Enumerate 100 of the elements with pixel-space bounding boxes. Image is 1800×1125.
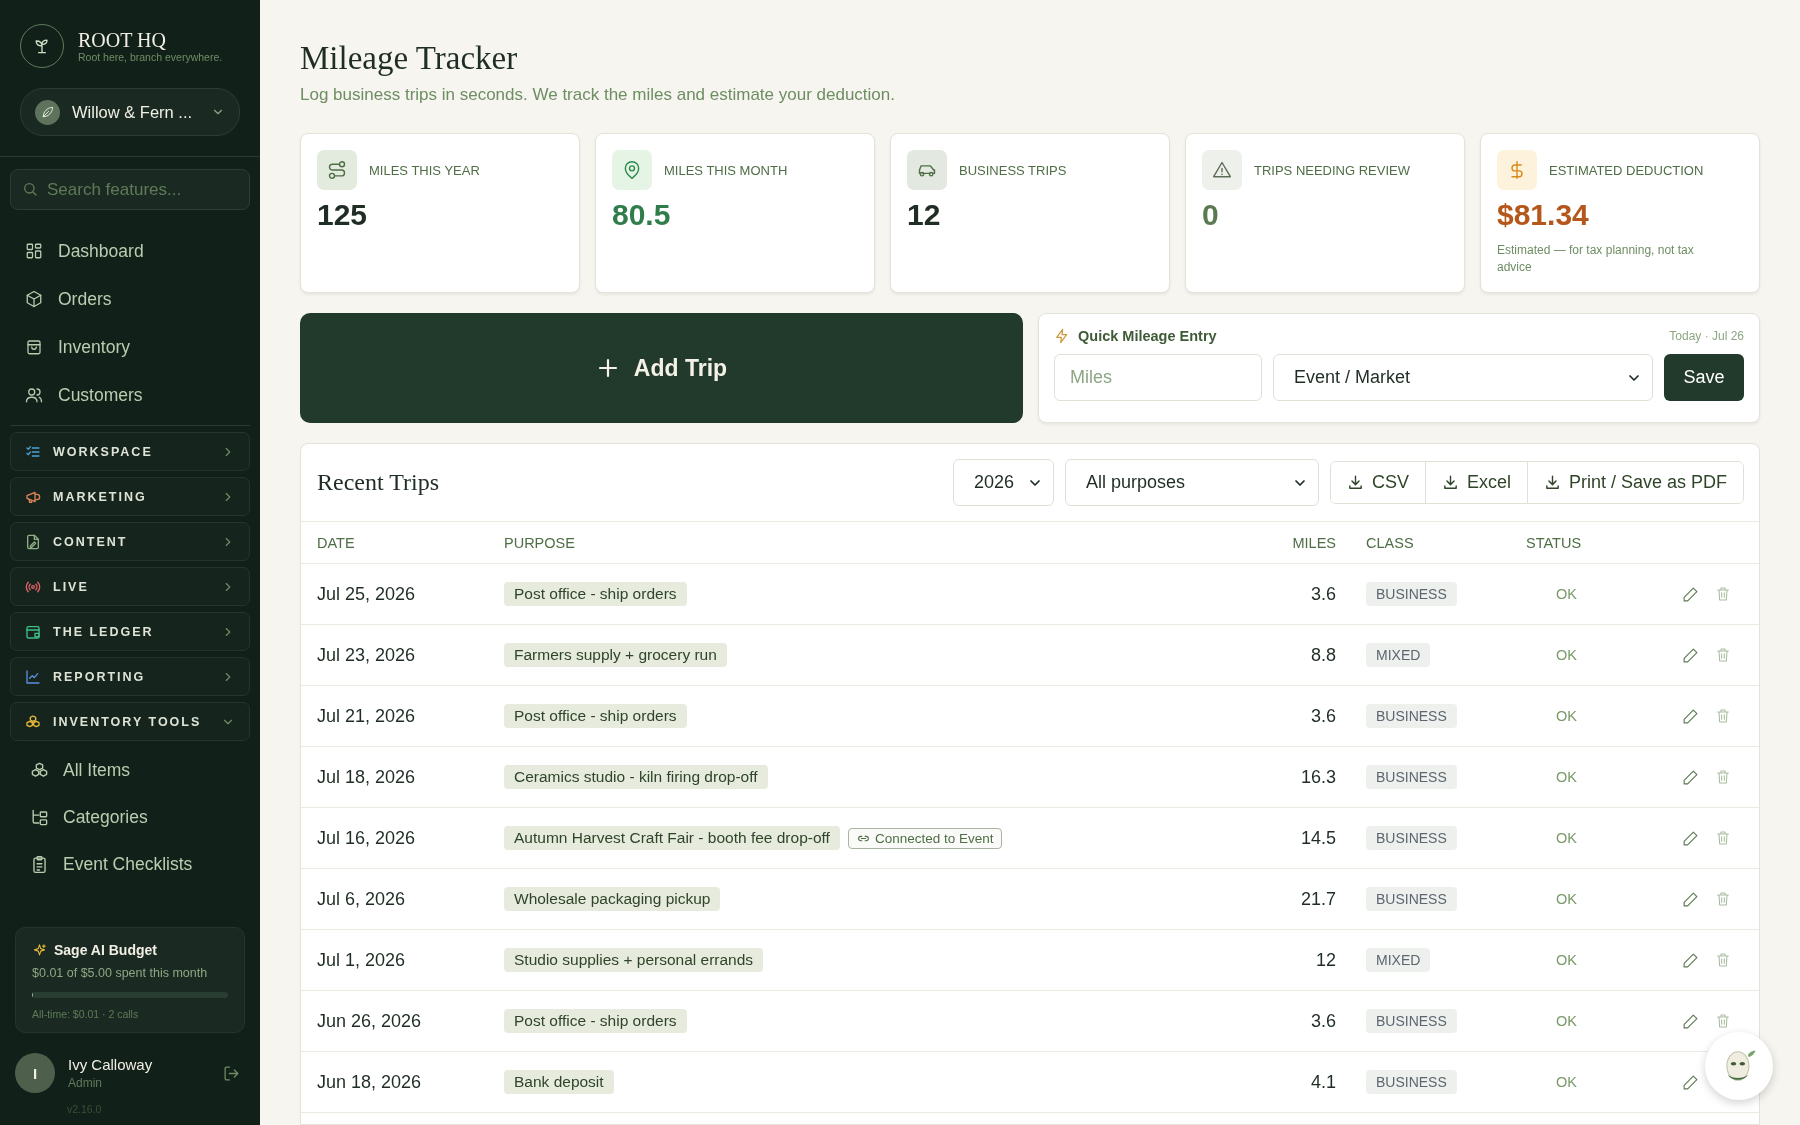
date-cell-text: Jul 23, 2026 [317, 644, 417, 666]
class-tag: BUSINESS [1366, 582, 1457, 606]
save-button[interactable]: Save [1664, 354, 1744, 401]
trash-icon [1715, 951, 1731, 968]
edit-button[interactable] [1682, 829, 1699, 847]
delete-button[interactable] [1715, 951, 1731, 969]
budget-title: Sage AI Budget [54, 942, 157, 958]
clipboard-icon [30, 855, 49, 874]
trash-icon [1715, 707, 1731, 724]
nav-item[interactable]: Customers [0, 371, 260, 419]
purpose-tag: Farmers supply + grocery run [504, 643, 727, 667]
class-tag: BUSINESS [1366, 826, 1457, 850]
delete-button[interactable] [1715, 1012, 1731, 1030]
page-title: Mileage Tracker [300, 40, 519, 77]
miles-cell-text: 12 [1314, 949, 1336, 971]
export-button[interactable]: Print / Save as PDF [1526, 462, 1743, 503]
nav-item[interactable]: Event Checklists [0, 841, 260, 888]
search-field[interactable]: Search features... [10, 169, 250, 210]
edit-button[interactable] [1682, 585, 1699, 603]
column-header: MILES [1291, 534, 1336, 551]
warning-icon [1212, 160, 1232, 180]
pencil-icon [1682, 707, 1699, 725]
edit-button[interactable] [1682, 707, 1699, 725]
stat-note: Estimated — for tax planning, not tax advice [1497, 242, 1695, 276]
edit-button[interactable] [1682, 951, 1699, 969]
pencil-icon [1682, 1012, 1699, 1030]
delete-button[interactable] [1715, 890, 1731, 908]
section-header[interactable]: INVENTORY TOOLS [10, 702, 250, 741]
download-icon [1441, 474, 1459, 491]
stat-value: 125 [317, 198, 369, 232]
section-header[interactable]: REPORTING [10, 657, 250, 696]
status-text: OK [1555, 769, 1578, 785]
sparkle-icon [32, 942, 47, 958]
checklist-icon [25, 443, 41, 460]
stat-label: TRIPS NEEDING REVIEW [1254, 162, 1411, 178]
date-cell-text: Jul 25, 2026 [317, 583, 417, 605]
status-text: OK [1555, 1074, 1578, 1090]
purpose-tag: Wholesale packaging pickup [504, 887, 721, 911]
trash-icon [1715, 890, 1731, 907]
purpose-tag: Bank deposit [504, 1070, 614, 1094]
location-pin-icon [622, 160, 642, 180]
class-tag: MIXED [1366, 948, 1431, 972]
logout-button[interactable] [223, 1064, 240, 1082]
boxes-icon [30, 761, 49, 780]
trash-icon [1715, 1012, 1731, 1029]
delete-button[interactable] [1715, 646, 1731, 664]
edit-button[interactable] [1682, 1012, 1699, 1030]
delete-button[interactable] [1715, 768, 1731, 786]
line-chart-icon [25, 668, 41, 685]
column-header: DATE [317, 534, 356, 551]
stat-label: MILES THIS YEAR [369, 162, 480, 178]
stat-value: 0 [1202, 198, 1220, 232]
class-tag: BUSINESS [1366, 704, 1457, 728]
trash-icon [1715, 768, 1731, 785]
year-select[interactable]: 2026 [952, 459, 1054, 506]
date-cell-text: Jul 18, 2026 [317, 766, 417, 788]
status-text: OK [1555, 586, 1578, 602]
date-cell-text: Jun 18, 2026 [317, 1071, 423, 1093]
boxes-icon [25, 713, 41, 730]
edit-button[interactable] [1682, 646, 1699, 664]
section-title: Recent Trips [317, 469, 440, 496]
nav-item[interactable]: Categories [0, 794, 260, 841]
miles-input[interactable]: Miles [1054, 354, 1262, 401]
purpose-tag: Ceramics studio - kiln firing drop-off [504, 765, 768, 789]
edit-button[interactable] [1682, 1073, 1699, 1091]
miles-cell-text: 3.6 [1309, 1010, 1336, 1032]
pencil-icon [1682, 890, 1699, 908]
section-header[interactable]: MARKETING [10, 477, 250, 516]
pencil-icon [1682, 829, 1699, 847]
status-text: OK [1555, 1013, 1578, 1029]
lightning-icon [1054, 328, 1070, 344]
miles-cell-text: 21.7 [1299, 888, 1336, 910]
stat-value: 12 [907, 198, 942, 232]
edit-button[interactable] [1682, 890, 1699, 908]
nav-item[interactable]: Orders [0, 275, 260, 323]
purpose-select[interactable]: Event / Market [1273, 354, 1653, 401]
purpose-filter-select[interactable]: All purposes [1064, 459, 1319, 506]
miles-cell-text: 16.3 [1299, 766, 1336, 788]
delete-button[interactable] [1715, 585, 1731, 603]
miles-cell-text: 3.6 [1309, 705, 1336, 727]
wallet-icon [25, 623, 41, 640]
nav-item[interactable]: Dashboard [0, 227, 260, 275]
nav-item[interactable]: All Items [0, 747, 260, 794]
workspace-switcher[interactable]: Willow & Fern ... [20, 88, 240, 136]
nav-item[interactable]: Inventory [0, 323, 260, 371]
section-header[interactable]: THE LEDGER [10, 612, 250, 651]
event-link-badge[interactable]: Connected to Event [847, 827, 1003, 849]
section-header[interactable]: WORKSPACE [10, 432, 250, 471]
delete-button[interactable] [1715, 707, 1731, 725]
edit-button[interactable] [1682, 768, 1699, 786]
grid-icon [25, 242, 43, 260]
date-cell-text: Jun 26, 2026 [317, 1010, 423, 1032]
delete-button[interactable] [1715, 829, 1731, 847]
section-header[interactable]: LIVE [10, 567, 250, 606]
bag-icon [25, 338, 43, 356]
miles-cell-text: 8.8 [1309, 644, 1336, 666]
leaf-icon [40, 105, 55, 119]
add-trip-button[interactable]: Add Trip [300, 313, 1023, 423]
section-header[interactable]: CONTENT [10, 522, 250, 561]
stat-value: $81.34 [1497, 198, 1590, 232]
